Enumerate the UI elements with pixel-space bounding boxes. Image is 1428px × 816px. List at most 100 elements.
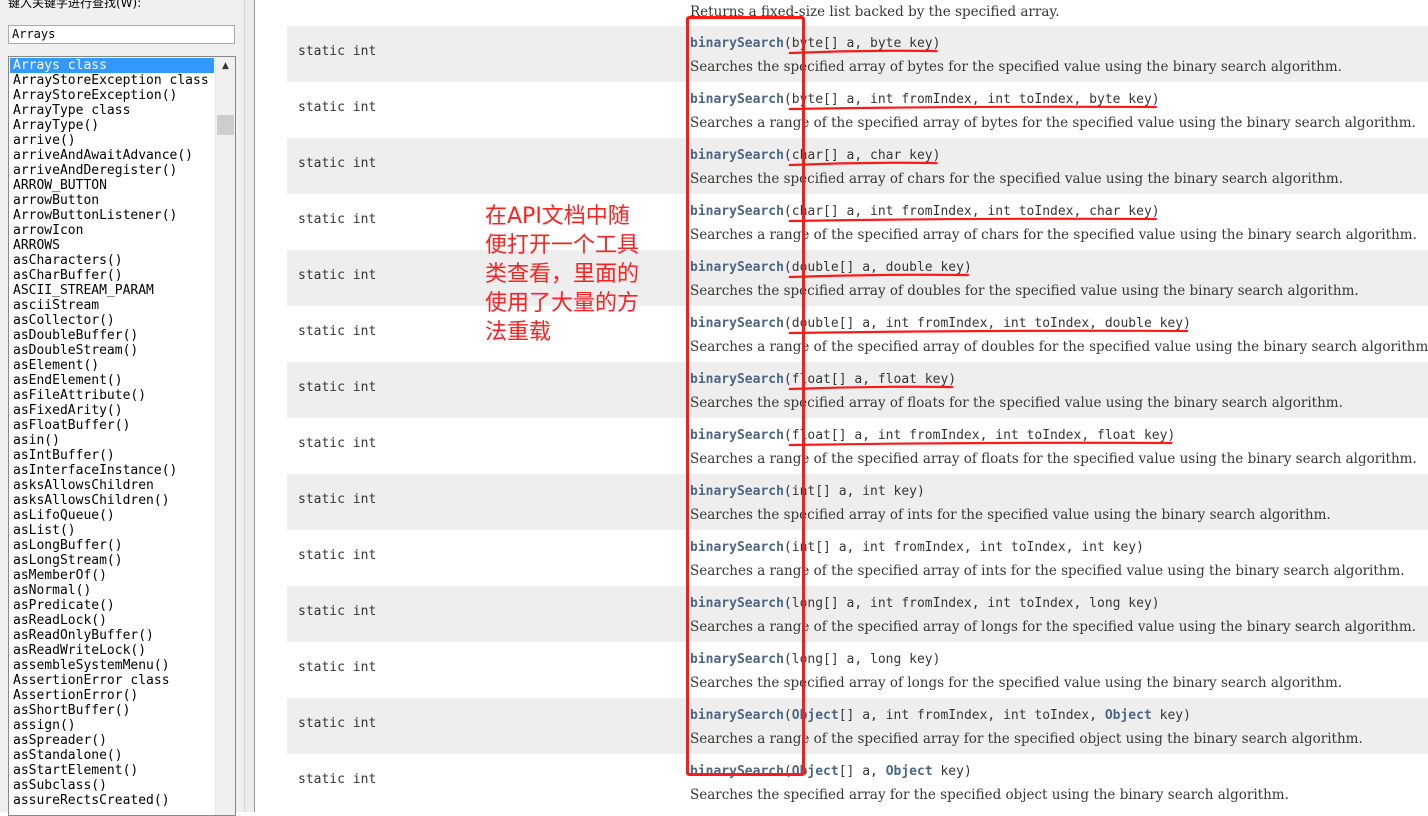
method-modifier: static int — [298, 156, 377, 171]
index-list-item[interactable]: asLongStream() — [10, 553, 214, 568]
index-list-item[interactable]: asksAllowsChildren — [10, 478, 214, 493]
index-list-item[interactable]: asLifoQueue() — [10, 508, 214, 523]
index-list-item[interactable]: ArrayStoreException() — [10, 88, 214, 103]
param-text: float[] a, float key — [791, 372, 949, 387]
index-list[interactable]: Arrays class ArrayStoreException class Arr… — [8, 56, 236, 816]
index-list-item[interactable]: asciiStream — [10, 298, 214, 313]
index-list-item[interactable]: asSpreader() — [10, 733, 214, 748]
index-list-item[interactable]: ARROWS — [10, 238, 214, 253]
index-list-item[interactable]: AssertionError class — [10, 673, 214, 688]
method-description: Searches the specified array for the spe… — [690, 787, 1289, 803]
index-list-item[interactable]: assembleSystemMenu() — [10, 658, 214, 673]
method-params: long[] a, long key — [792, 652, 933, 667]
param-text: byte[] a, int fromIndex, int toIndex, by… — [791, 92, 1152, 107]
index-list-item[interactable]: arrowIcon — [10, 223, 214, 238]
method-params: byte[] a, int fromIndex, int toIndex, by… — [792, 92, 1152, 107]
index-list-item[interactable]: asMemberOf() — [10, 568, 214, 583]
method-params: double[] a, double key — [792, 260, 964, 275]
param-text: key — [932, 764, 964, 779]
scroll-up-arrow-icon[interactable]: ▲ — [216, 57, 235, 75]
param-text: key — [1151, 708, 1184, 723]
index-list-item[interactable]: ArrowButtonListener() — [10, 208, 214, 223]
annotation-note: 在API文档中随便打开一个工具类查看，里面的使用了大量的方法重载 — [485, 204, 640, 345]
method-modifier: static int — [298, 268, 377, 283]
param-text: int[] a, int key — [791, 484, 917, 499]
table-row: static int binarySearch(float[] a, float … — [287, 362, 1428, 418]
method-modifier: static int — [298, 436, 377, 451]
table-row: static int binarySearch(byte[] a, byte ke… — [287, 26, 1428, 82]
index-list-item[interactable]: asFileAttribute() — [10, 388, 214, 403]
method-params: int[] a, int key — [792, 484, 917, 499]
table-row: static int binarySearch(char[] a, char ke… — [287, 138, 1428, 194]
index-list-item[interactable]: asNormal() — [10, 583, 214, 598]
index-list-item[interactable]: ArrayStoreException class — [10, 73, 214, 88]
method-params: int[] a, int fromIndex, int toIndex, int… — [792, 540, 1136, 555]
type-link[interactable]: Object — [886, 764, 933, 779]
table-row: static int binarySearch(double[] a, doubl… — [287, 250, 1428, 306]
method-modifier: static int — [298, 492, 377, 507]
scroll-thumb[interactable] — [217, 115, 234, 135]
method-modifier: static int — [298, 100, 377, 115]
param-text: [] a, — [838, 764, 886, 779]
method-params: float[] a, int fromIndex, int toIndex, f… — [792, 428, 1168, 443]
index-list-item[interactable]: asReadWriteLock() — [10, 643, 214, 658]
search-label: 键入关键字进行查找(W): — [8, 0, 142, 10]
index-list-item[interactable]: asCollector() — [10, 313, 214, 328]
index-list-item[interactable]: ARROW_BUTTON — [10, 178, 214, 193]
index-list-item[interactable]: asDoubleStream() — [10, 343, 214, 358]
method-params: Object[] a, int fromIndex, int toIndex, … — [792, 708, 1183, 723]
index-list-item[interactable]: arriveAndAwaitAdvance() — [10, 148, 214, 163]
table-row: static int binarySearch(double[] a, int f… — [287, 306, 1428, 362]
index-list-item[interactable]: asFloatBuffer() — [10, 418, 214, 433]
param-text: double[] a, int fromIndex, int toIndex, … — [791, 316, 1184, 331]
index-scrollbar[interactable]: ▲ — [215, 57, 235, 815]
index-list-item[interactable]: asReadOnlyBuffer() — [10, 628, 214, 643]
index-list-item[interactable]: ASCII_STREAM_PARAM — [10, 283, 214, 298]
index-list-item[interactable]: assign() — [10, 718, 214, 733]
index-list-item[interactable]: arrive() — [10, 133, 214, 148]
param-text: [] a, int fromIndex, int toIndex, — [838, 708, 1105, 723]
index-list-item[interactable]: assureRectsCreated() — [10, 793, 214, 808]
param-text: long[] a, int fromIndex, int toIndex, lo… — [791, 596, 1152, 611]
index-list-item[interactable]: asStartElement() — [10, 763, 214, 778]
index-list-item[interactable]: AssertionError() — [10, 688, 214, 703]
index-list-item[interactable]: asReadLock() — [10, 613, 214, 628]
param-text: byte[] a, byte key — [791, 36, 933, 51]
param-text: char[] a, int fromIndex, int toIndex, ch… — [791, 204, 1152, 219]
index-list-item[interactable]: asList() — [10, 523, 214, 538]
index-list-item[interactable]: asInterfaceInstance() — [10, 463, 214, 478]
index-list-item[interactable]: arriveAndDeregister() — [10, 163, 214, 178]
table-row: static int binarySearch(int[] a, int from… — [287, 530, 1428, 586]
index-list-item[interactable]: asCharacters() — [10, 253, 214, 268]
table-row: static int binarySearch(char[] a, int fro… — [287, 194, 1428, 250]
method-params: char[] a, char key — [792, 148, 933, 163]
method-modifier: static int — [298, 660, 377, 675]
index-list-item[interactable]: asSubclass() — [10, 778, 214, 793]
param-text: char[] a, char key — [791, 148, 933, 163]
method-params: double[] a, int fromIndex, int toIndex, … — [792, 316, 1183, 331]
index-list-item[interactable]: asin() — [10, 433, 214, 448]
index-list-item[interactable]: ArrayType() — [10, 118, 214, 133]
index-list-item[interactable]: ArrayType class — [10, 103, 214, 118]
index-list-item[interactable]: asFixedArity() — [10, 403, 214, 418]
index-list-item[interactable]: arrowButton — [10, 193, 214, 208]
index-list-item[interactable]: asksAllowsChildren() — [10, 493, 214, 508]
method-params: float[] a, float key — [792, 372, 949, 387]
table-row: static int binarySearch(Object[] a, int f… — [287, 698, 1428, 754]
method-params: Object[] a, Object key — [792, 764, 964, 779]
method-params: long[] a, int fromIndex, int toIndex, lo… — [792, 596, 1152, 611]
method-modifier: static int — [298, 772, 377, 787]
index-list-item[interactable]: Arrays class — [10, 58, 214, 73]
index-list-item[interactable]: asPredicate() — [10, 598, 214, 613]
index-list-item[interactable]: asEndElement() — [10, 373, 214, 388]
index-list-item[interactable]: asDoubleBuffer() — [10, 328, 214, 343]
method-modifier: static int — [298, 604, 377, 619]
index-list-item[interactable]: asStandalone() — [10, 748, 214, 763]
index-list-item[interactable]: asCharBuffer() — [10, 268, 214, 283]
index-list-item[interactable]: asIntBuffer() — [10, 448, 214, 463]
index-list-item[interactable]: asShortBuffer() — [10, 703, 214, 718]
search-input[interactable]: Arrays — [8, 25, 235, 44]
index-list-item[interactable]: asElement() — [10, 358, 214, 373]
index-list-item[interactable]: asLongBuffer() — [10, 538, 214, 553]
type-link[interactable]: Object — [1105, 708, 1152, 723]
